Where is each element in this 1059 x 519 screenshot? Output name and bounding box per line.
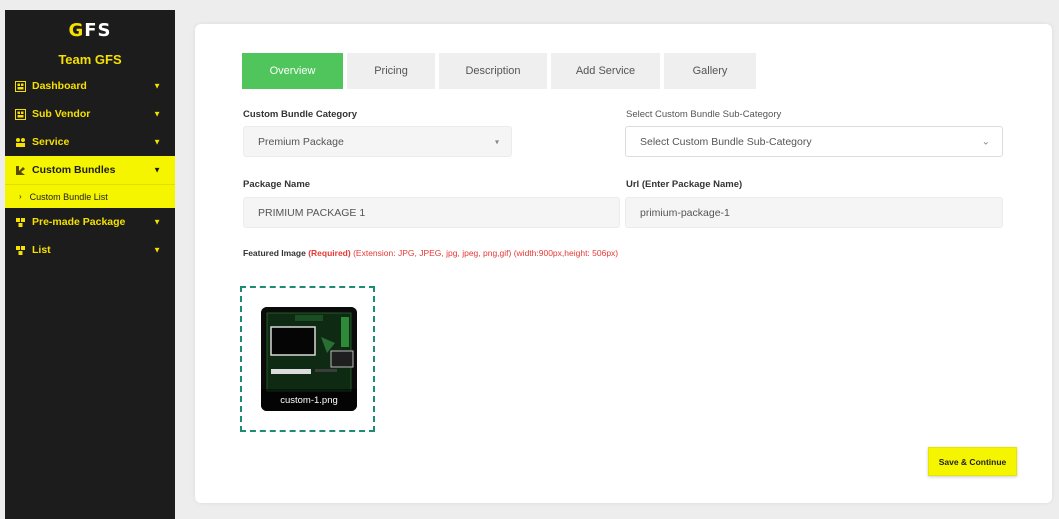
chevron-down-icon: ▼ <box>153 245 161 255</box>
package-name-label: Package Name <box>243 179 311 190</box>
sidebar-item-dashboard[interactable]: Dashboard ▼ <box>5 72 175 100</box>
grid-icon <box>15 108 26 120</box>
url-label: Url (Enter Package Name) <box>626 179 743 190</box>
image-dropzone[interactable]: custom-1.png <box>240 286 375 432</box>
chevron-right-icon: › <box>19 192 22 201</box>
sidebar-item-custom-bundles[interactable]: Custom Bundles ▼ <box>5 156 175 184</box>
featured-image-label: Featured Image (Required) (Extension: JP… <box>243 248 618 258</box>
package-icon <box>15 217 26 228</box>
sidebar-item-sub-vendor[interactable]: Sub Vendor ▼ <box>5 100 175 128</box>
subcategory-select-value: Select Custom Bundle Sub-Category <box>640 135 812 148</box>
subcategory-label: Select Custom Bundle Sub-Category <box>626 109 782 120</box>
service-icon <box>15 137 26 148</box>
sidebar-subitem-label: Custom Bundle List <box>29 191 108 202</box>
tab-gallery[interactable]: Gallery <box>664 53 756 89</box>
sidebar-item-label: Custom Bundles <box>32 164 116 176</box>
sidebar-item-label: Service <box>32 136 70 148</box>
uploaded-file-name: custom-1.png <box>261 389 357 411</box>
chevron-down-icon: ▼ <box>153 217 161 227</box>
chevron-down-icon: ▼ <box>153 81 161 91</box>
sidebar: GFS Team GFS Dashboard ▼ Sub Vendor ▼ Se… <box>5 10 175 519</box>
sidebar-item-label: List <box>32 244 51 256</box>
brand-logo[interactable]: GFS <box>5 10 175 48</box>
featured-label-text: Featured Image <box>243 248 306 258</box>
sidebar-item-label: Sub Vendor <box>32 108 91 120</box>
sidebar-subitem-custom-bundle-list[interactable]: › Custom Bundle List <box>5 184 175 208</box>
save-and-continue-button[interactable]: Save & Continue <box>928 447 1017 476</box>
logo-mark: GFS <box>68 19 112 41</box>
package-name-input[interactable]: PRIMIUM PACKAGE 1 <box>243 197 620 228</box>
tab-overview[interactable]: Overview <box>242 53 343 89</box>
sidebar-item-label: Dashboard <box>32 80 87 92</box>
featured-required-text: (Required) <box>308 248 351 258</box>
list-icon <box>15 245 26 256</box>
form-tabs: Overview Pricing Description Add Service… <box>242 53 756 89</box>
caret-down-icon: ▾ <box>494 137 499 146</box>
bundle-icon <box>15 165 26 176</box>
chevron-down-icon: ▼ <box>153 137 161 147</box>
sidebar-item-list[interactable]: List ▼ <box>5 236 175 264</box>
subcategory-select[interactable]: Select Custom Bundle Sub-Category ⌄ <box>625 126 1003 157</box>
featured-extension-text: (Extension: JPG, JPEG, jpg, jpeg, png,gi… <box>353 248 619 258</box>
uploaded-image-thumbnail[interactable]: custom-1.png <box>261 307 357 411</box>
url-input[interactable]: primium-package-1 <box>625 197 1003 228</box>
category-select[interactable]: Premium Package ▾ <box>243 126 512 157</box>
bundle-form-card: Overview Pricing Description Add Service… <box>195 24 1052 503</box>
chevron-down-icon: ⌄ <box>981 136 990 147</box>
tab-pricing[interactable]: Pricing <box>347 53 435 89</box>
sidebar-item-label: Pre-made Package <box>32 216 126 228</box>
sidebar-item-service[interactable]: Service ▼ <box>5 128 175 156</box>
tab-description[interactable]: Description <box>439 53 547 89</box>
sidebar-item-pre-made-package[interactable]: Pre-made Package ▼ <box>5 208 175 236</box>
tab-add-service[interactable]: Add Service <box>551 53 660 89</box>
chevron-down-icon: ▼ <box>153 109 161 119</box>
team-name: Team GFS <box>58 52 122 67</box>
chevron-down-icon: ▼ <box>153 165 161 175</box>
grid-icon <box>15 80 26 92</box>
category-label: Custom Bundle Category <box>243 109 358 120</box>
category-select-value: Premium Package <box>258 135 344 148</box>
